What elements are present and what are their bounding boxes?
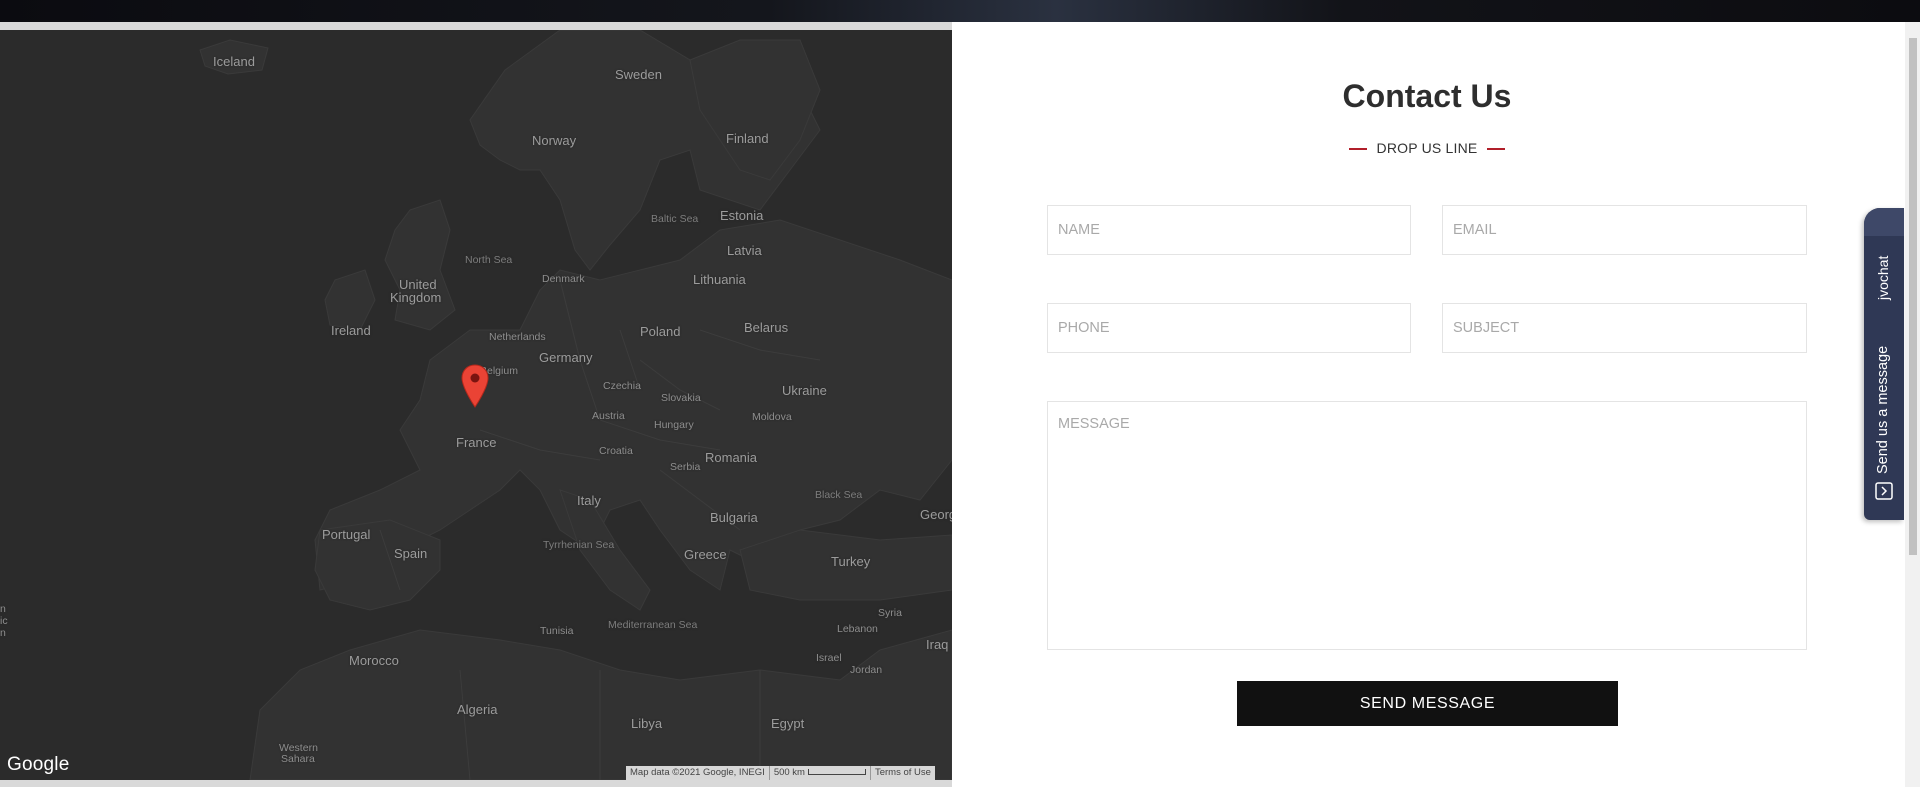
map-label-slovakia: Slovakia <box>661 392 701 404</box>
map-label-germany: Germany <box>539 350 593 365</box>
map-label-israel: Israel <box>816 652 842 664</box>
map-label-iraq-partial: Iraq <box>926 637 949 652</box>
map-label-serbia: Serbia <box>670 461 701 473</box>
scale-bar-icon <box>807 769 866 776</box>
map-label-estonia: Estonia <box>720 208 764 223</box>
map-label-lebanon: Lebanon <box>837 623 878 635</box>
map-label-spain: Spain <box>394 546 428 561</box>
map-label-poland: Poland <box>640 324 681 339</box>
map-label-lithuania: Lithuania <box>693 272 746 287</box>
map-scale[interactable]: 500 km <box>770 766 871 780</box>
map-label-france: France <box>456 435 497 450</box>
map-label-finland: Finland <box>726 131 769 146</box>
hero-bottom-strip <box>0 0 1920 22</box>
map-label-greece: Greece <box>684 547 727 562</box>
phone-field[interactable] <box>1047 303 1411 353</box>
map-label-italy: Italy <box>577 493 601 508</box>
map-label-baltic-sea: Baltic Sea <box>651 213 699 225</box>
subject-field[interactable] <box>1442 303 1807 353</box>
page-scrollbar-thumb[interactable] <box>1909 38 1917 555</box>
map-label-hungary: Hungary <box>654 419 694 431</box>
map-label-united-kingdom-line2: Kingdom <box>390 290 442 305</box>
map-label-egypt: Egypt <box>771 716 805 731</box>
accent-dash-right <box>1487 148 1506 151</box>
map-data-credit[interactable]: Map data ©2021 Google, INEGI <box>626 766 770 780</box>
subtitle-text: DROP US LINE <box>1376 140 1478 156</box>
terms-of-use-link[interactable]: Terms of Use <box>871 766 935 780</box>
chat-widget-tab[interactable]: jvochat Send us a message <box>1864 208 1904 520</box>
map-top-border <box>0 22 952 30</box>
map-label-croatia: Croatia <box>599 445 633 457</box>
accent-dash-left <box>1348 148 1367 151</box>
map-label-ukraine: Ukraine <box>782 383 827 398</box>
google-logo: Google <box>7 754 70 775</box>
map-label-algeria: Algeria <box>457 702 498 717</box>
map-label-netherlands: Netherlands <box>489 331 546 343</box>
map-label-moldova: Moldova <box>752 411 792 423</box>
map-label-sweden: Sweden <box>615 67 662 82</box>
map-label-edge-fragment: n ic n <box>0 603 8 639</box>
map-attribution-bar: Map data ©2021 Google, INEGI 500 km Term… <box>626 766 935 780</box>
map-label-georgia-partial: Georg <box>920 507 952 522</box>
map-label-turkey: Turkey <box>831 554 871 569</box>
map-label-libya: Libya <box>631 716 663 731</box>
map-label-ireland: Ireland <box>331 323 371 338</box>
map-label-jordan: Jordan <box>850 664 883 676</box>
map-label-portugal: Portugal <box>322 527 371 542</box>
map-label-mediterranean-sea: Mediterranean Sea <box>608 619 698 631</box>
page-title: Contact Us <box>1342 78 1512 114</box>
map-label-tyrrhenian-sea: Tyrrhenian Sea <box>543 539 615 551</box>
message-field[interactable] <box>1047 401 1807 650</box>
map-label-norway: Norway <box>532 133 577 148</box>
email-field[interactable] <box>1442 205 1807 255</box>
map-label-iceland: Iceland <box>213 54 255 69</box>
location-pin-icon[interactable] <box>461 364 489 408</box>
map-label-romania: Romania <box>705 450 758 465</box>
chat-cta: Send us a message <box>1875 345 1891 474</box>
map-label-western-sahara-line2: Sahara <box>281 753 315 765</box>
map-label-black-sea: Black Sea <box>815 489 863 501</box>
map-label-czechia: Czechia <box>603 380 641 392</box>
map-label-denmark: Denmark <box>542 273 585 285</box>
map-label-belarus: Belarus <box>744 320 789 335</box>
send-message-button[interactable]: SEND MESSAGE <box>1237 681 1618 726</box>
map-label-north-sea: North Sea <box>465 254 513 266</box>
map-scale-label: 500 km <box>773 767 805 778</box>
map-embed[interactable]: Iceland Sweden Norway Finland Baltic Sea… <box>0 30 952 780</box>
section-subtitle: DROP US LINE <box>952 140 1902 156</box>
name-field[interactable] <box>1047 205 1411 255</box>
map-bottom-border <box>0 780 952 787</box>
map-label-austria: Austria <box>592 410 625 422</box>
chat-tab-cap <box>1864 208 1904 236</box>
map-label-syria: Syria <box>878 607 902 619</box>
chat-brand: jvochat <box>1875 255 1891 300</box>
message-icon <box>1875 482 1893 500</box>
map-label-bulgaria: Bulgaria <box>710 510 758 525</box>
map-label-morocco: Morocco <box>349 653 399 668</box>
map-label-latvia: Latvia <box>727 243 762 258</box>
map-label-tunisia: Tunisia <box>540 625 574 637</box>
